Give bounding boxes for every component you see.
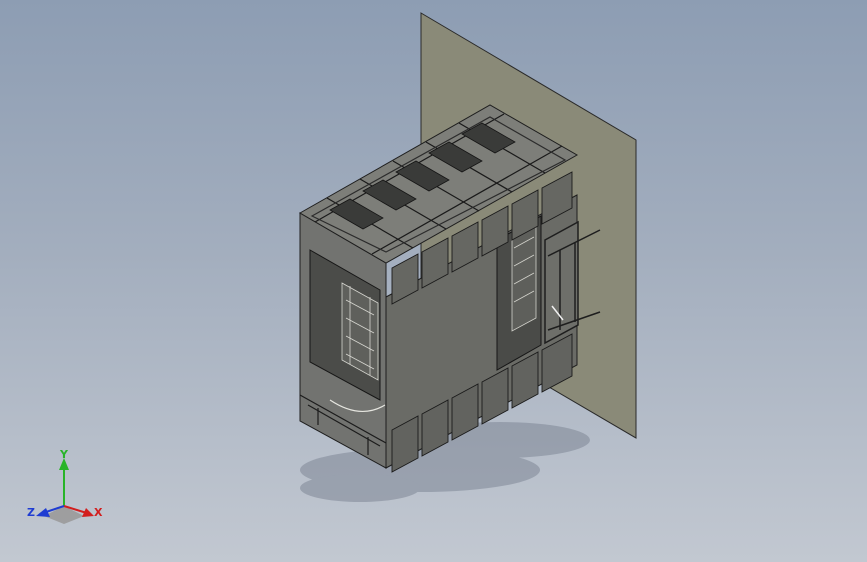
model-3d-view[interactable] [0,0,867,562]
z-axis-arrow [36,508,50,517]
graphics-viewport[interactable]: Y X Z [0,0,867,562]
y-axis-label: Y [59,448,69,461]
z-axis-label: Z [27,506,35,519]
orientation-triad: Y X Z [27,448,103,524]
triad-base-cone [44,506,84,524]
x-axis-label: X [94,506,103,519]
